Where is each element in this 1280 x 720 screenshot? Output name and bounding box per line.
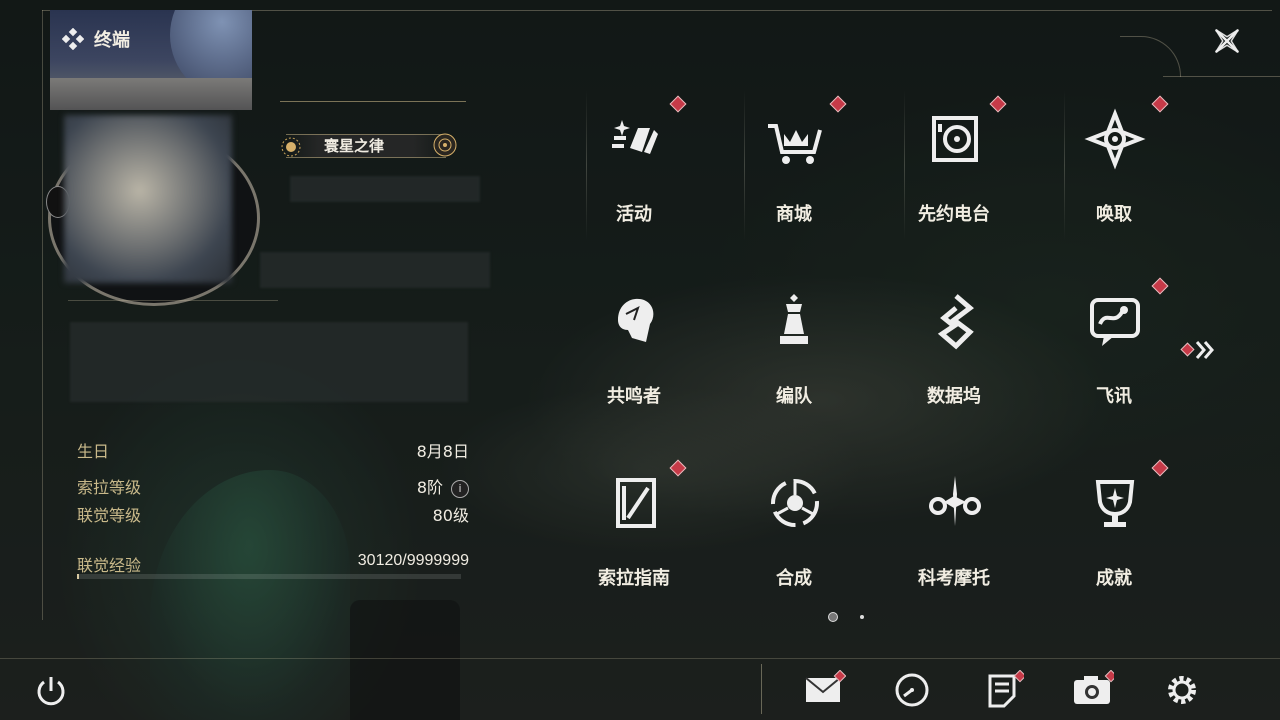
page-dot[interactable]: [860, 615, 864, 619]
notification-badge: [989, 95, 1007, 113]
guide-icon: [616, 478, 656, 528]
notification-badge: [669, 95, 687, 113]
activity-icon: [612, 120, 658, 154]
menu-item-resonator[interactable]: 共鸣者: [559, 272, 709, 432]
avatar[interactable]: [64, 115, 232, 283]
menu-item-synthesis[interactable]: 合成: [719, 454, 869, 614]
notification-badge: [1151, 95, 1169, 113]
motorcycle-icon: [929, 476, 981, 526]
team-chess-icon: [780, 294, 808, 344]
menu-item-shop[interactable]: 商城: [719, 90, 869, 250]
menu-item-data-dock[interactable]: 数据坞: [879, 272, 1029, 432]
page-title: 终端: [94, 30, 130, 51]
notification-badge: [1151, 459, 1169, 477]
camera-icon[interactable]: [1070, 670, 1114, 710]
next-page-icon[interactable]: [1180, 338, 1220, 362]
info-icon[interactable]: i: [451, 479, 469, 498]
close-icon[interactable]: [1208, 22, 1246, 60]
synthesis-icon: [771, 479, 819, 527]
shop-cart-icon: [768, 124, 822, 164]
exp-progress-bar: [77, 574, 461, 579]
user-id-redacted: [260, 252, 490, 288]
resonator-icon: [618, 298, 654, 342]
notification-badge: [1151, 277, 1169, 295]
notes-icon[interactable]: [980, 670, 1024, 710]
menu-item-message[interactable]: 飞讯: [1039, 272, 1189, 432]
power-icon[interactable]: [34, 674, 68, 708]
menu-item-summon[interactable]: 唤取: [1039, 90, 1189, 250]
data-dock-icon: [937, 294, 974, 350]
menu-item-radio[interactable]: 先约电台: [879, 90, 1029, 250]
title-badge[interactable]: 寰星之律: [280, 130, 466, 160]
sun-emblem-icon: [281, 137, 301, 157]
terminal-diamond-icon: [62, 28, 84, 50]
menu-item-achievement[interactable]: 成就: [1039, 454, 1189, 614]
signature-redacted[interactable]: [70, 322, 468, 402]
notification-badge: [829, 95, 847, 113]
notification-badge: [669, 459, 687, 477]
title-badge-label: 寰星之律: [324, 137, 385, 155]
trophy-icon: [1095, 480, 1135, 527]
summon-icon: [1084, 108, 1146, 170]
user-name-redacted: [290, 176, 480, 202]
settings-gear-icon[interactable]: [1160, 670, 1204, 710]
terminal-header: 终端: [62, 26, 130, 52]
mail-icon[interactable]: [802, 670, 846, 710]
page-indicator: [828, 612, 868, 622]
message-icon: [1090, 298, 1140, 346]
profile-card-background[interactable]: [50, 10, 252, 110]
menu-item-activity[interactable]: 活动: [559, 90, 709, 250]
menu-item-guide[interactable]: 索拉指南: [559, 454, 709, 614]
page-dot-active[interactable]: [828, 612, 838, 622]
radio-icon: [932, 116, 978, 162]
clock-icon[interactable]: [890, 670, 934, 710]
orbit-emblem-icon: [433, 133, 457, 157]
menu-item-motorcycle[interactable]: 科考摩托: [879, 454, 1029, 614]
menu-item-team[interactable]: 编队: [719, 272, 869, 432]
